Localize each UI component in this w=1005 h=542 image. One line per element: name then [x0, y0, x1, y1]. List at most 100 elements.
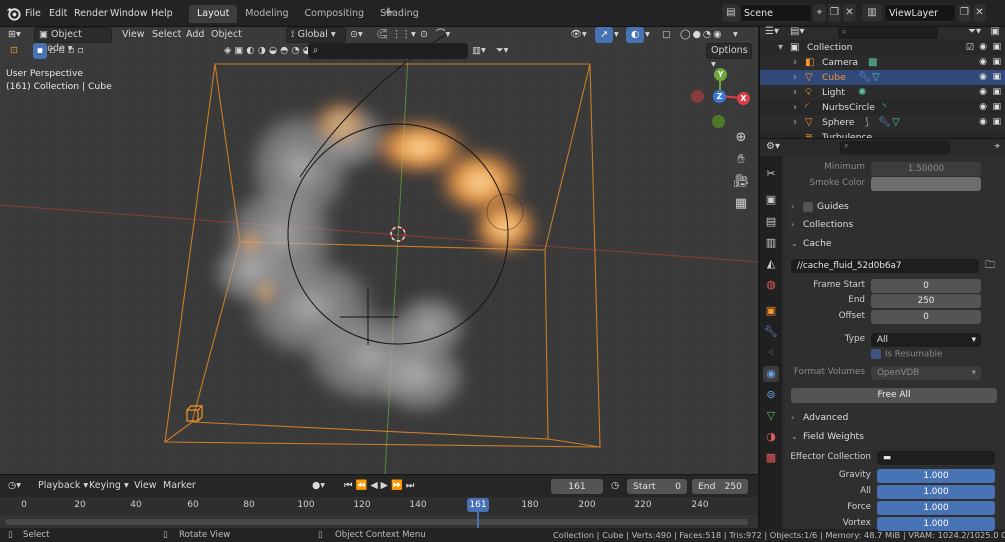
scene-field[interactable]: Scene	[740, 4, 812, 22]
tab-layout[interactable]: Layout	[189, 5, 238, 23]
viewlayer-type-icon[interactable]: ▥	[862, 4, 882, 22]
filter-icon[interactable]: ▥▾	[472, 43, 486, 59]
menu-file[interactable]: File	[25, 0, 41, 27]
timeline-scrollbar[interactable]	[5, 519, 748, 525]
render-tab-icon[interactable]: ▣	[763, 192, 779, 208]
gizmo-dropdown-icon[interactable]: ▾	[614, 27, 619, 43]
outliner-row-cube[interactable]: › ▽ Cube 🔧︎ ▽ ◉ ▣	[760, 70, 1005, 85]
blender-logo-icon[interactable]	[5, 5, 22, 22]
pan-hand-icon[interactable]: ✋︎	[731, 150, 751, 170]
playhead-frame-indicator[interactable]: 161	[467, 498, 489, 512]
menu-object[interactable]: Object	[211, 27, 242, 43]
scene-close-icon[interactable]: ✕	[843, 4, 856, 22]
render-camera-icon[interactable]: ▣	[992, 85, 1001, 100]
scene-tab-icon[interactable]: ◭	[763, 256, 779, 272]
properties-search-input[interactable]: ⌕	[840, 141, 950, 154]
camera-view-icon[interactable]: 🎥︎	[731, 172, 751, 192]
gizmo-y-axis[interactable]: Y	[714, 68, 727, 81]
menu-edit[interactable]: Edit	[49, 0, 67, 27]
menu-view[interactable]: View	[122, 27, 145, 43]
menu-render[interactable]: Render	[74, 0, 108, 27]
object-tab-icon[interactable]: ▣	[763, 303, 779, 319]
ortho-grid-icon[interactable]: ▦	[731, 194, 751, 214]
render-camera-icon[interactable]: ▣	[992, 55, 1001, 70]
guides-checkbox[interactable]	[803, 201, 813, 212]
pin-icon[interactable]: ⌖	[994, 141, 1000, 152]
expand-arrow-icon[interactable]: ›	[793, 85, 797, 100]
record-button-icon[interactable]: ●▾	[312, 478, 325, 494]
outliner-display-mode-icon[interactable]: ▤▾	[790, 26, 804, 37]
shading-dropdown-icon[interactable]: ▾	[733, 27, 738, 43]
transform-orientation[interactable]: ⟟ Global ▾	[286, 27, 346, 43]
tab-compositing[interactable]: Compositing	[297, 5, 373, 23]
timeline-ruler[interactable]: 0 20 40 60 80 100 120 140 180 200 220 24…	[0, 497, 758, 515]
panel-collections[interactable]: › Collections	[791, 217, 1000, 233]
outliner-row-sphere[interactable]: › ▽ Sphere ⟆ 🔧︎ ▽ ◉ ▣	[760, 115, 1005, 130]
eye-icon[interactable]: ◉	[979, 55, 987, 70]
smoke-color-swatch[interactable]	[871, 177, 981, 191]
effector-collection-field[interactable]: ▬	[877, 451, 995, 465]
collection-exclude-checkbox[interactable]: ☑	[966, 40, 974, 55]
offset-field[interactable]: 0	[871, 310, 981, 324]
viewport-visibility-icon[interactable]: 👁︎▾	[570, 27, 587, 43]
proportional-edit-icon[interactable]: ⊙	[420, 27, 428, 43]
panel-guides[interactable]: › Guides	[791, 199, 1000, 215]
minimum-field[interactable]: 1.50000	[871, 162, 981, 176]
folder-icon[interactable]: 🗀︎	[982, 259, 998, 273]
gizmo-toggle-icon[interactable]: ↗	[595, 27, 613, 43]
end-frame-field[interactable]: End 250	[692, 479, 748, 494]
menu-add[interactable]: Add	[186, 27, 204, 43]
render-camera-icon[interactable]: ▣	[992, 70, 1001, 85]
eye-icon[interactable]: ◉	[979, 100, 987, 115]
expand-arrow-icon[interactable]: ›	[793, 100, 797, 115]
overlays-dropdown-icon[interactable]: ▾	[645, 27, 650, 43]
panel-field-weights[interactable]: ⌄ Field Weights	[791, 429, 1000, 445]
properties-editor-type-icon[interactable]: ⚙▾	[766, 141, 780, 152]
particles-tab-icon[interactable]: ⁖	[763, 345, 779, 361]
menu-playback[interactable]: Playback ▾	[38, 478, 88, 494]
panel-advanced[interactable]: › Advanced	[791, 410, 1000, 426]
select-new-icon[interactable]: ▪	[33, 43, 47, 59]
options-button[interactable]: Options ▾	[706, 43, 752, 70]
outliner-row-light[interactable]: › 💡︎ Light ✺ ◉ ▣	[760, 85, 1005, 100]
menu-help[interactable]: Help	[151, 0, 173, 27]
gizmo-z-axis[interactable]: Z	[713, 90, 726, 103]
world-tab-icon[interactable]: ◍	[763, 277, 779, 293]
timeline-editor-type-icon[interactable]: ◷▾	[8, 478, 21, 494]
shading-modes[interactable]: ◯●◔◉	[680, 27, 724, 43]
eye-icon[interactable]: ◉	[979, 70, 987, 85]
all-slider[interactable]: 1.000	[877, 485, 995, 499]
view-layer-tab-icon[interactable]: ▥	[763, 235, 779, 251]
3d-viewport[interactable]	[0, 27, 758, 474]
expand-arrow-icon[interactable]: ›	[793, 115, 797, 130]
outliner-row-turbulence[interactable]: ≋ Turbulence	[760, 130, 1005, 138]
constraints-tab-icon[interactable]: ⊚	[763, 387, 779, 403]
xray-toggle-icon[interactable]: ▢	[662, 27, 671, 43]
frame-start-field[interactable]: 0	[871, 279, 981, 293]
playhead-line[interactable]	[477, 512, 479, 529]
eye-icon[interactable]: ◉	[979, 115, 987, 130]
gizmo-neg-y[interactable]	[712, 115, 725, 128]
viewport-search-input[interactable]: ⌕	[308, 43, 468, 59]
render-camera-icon[interactable]: ▣	[992, 100, 1001, 115]
frame-end-field[interactable]: 250	[871, 294, 981, 308]
proportional-falloff-icon[interactable]: ⌒▾	[436, 27, 450, 43]
playback-controls[interactable]: ⏮⏪◀▶⏩⏭	[344, 478, 417, 494]
overlays-toggle-icon[interactable]: ◐	[626, 27, 644, 43]
outliner-row-camera[interactable]: › ◧ Camera ▩ ◉ ▣	[760, 55, 1005, 70]
start-frame-field[interactable]: Start 0	[627, 479, 687, 494]
gizmo-neg-x[interactable]	[691, 90, 704, 103]
add-workspace-button[interactable]: +	[381, 5, 397, 21]
menu-window[interactable]: Window	[110, 0, 147, 27]
new-collection-icon[interactable]: ▣	[991, 26, 1000, 37]
menu-select[interactable]: Select	[152, 27, 181, 43]
funnel-icon[interactable]: ⏷▾	[496, 43, 508, 59]
viewlayer-duplicate-icon[interactable]: ❐	[958, 4, 971, 22]
vortex-slider[interactable]: 1.000	[877, 517, 995, 531]
is-resumable-toggle[interactable]: Is Resumable	[871, 349, 942, 360]
scene-pin-icon[interactable]: ⌖	[813, 4, 826, 22]
format-volumes-select[interactable]: OpenVDB ▾	[871, 366, 981, 380]
texture-tab-icon[interactable]: ▩	[763, 450, 779, 466]
select-mode-icons[interactable]: ▫▫▫▫	[49, 43, 87, 59]
render-camera-icon[interactable]: ▣	[992, 40, 1001, 55]
